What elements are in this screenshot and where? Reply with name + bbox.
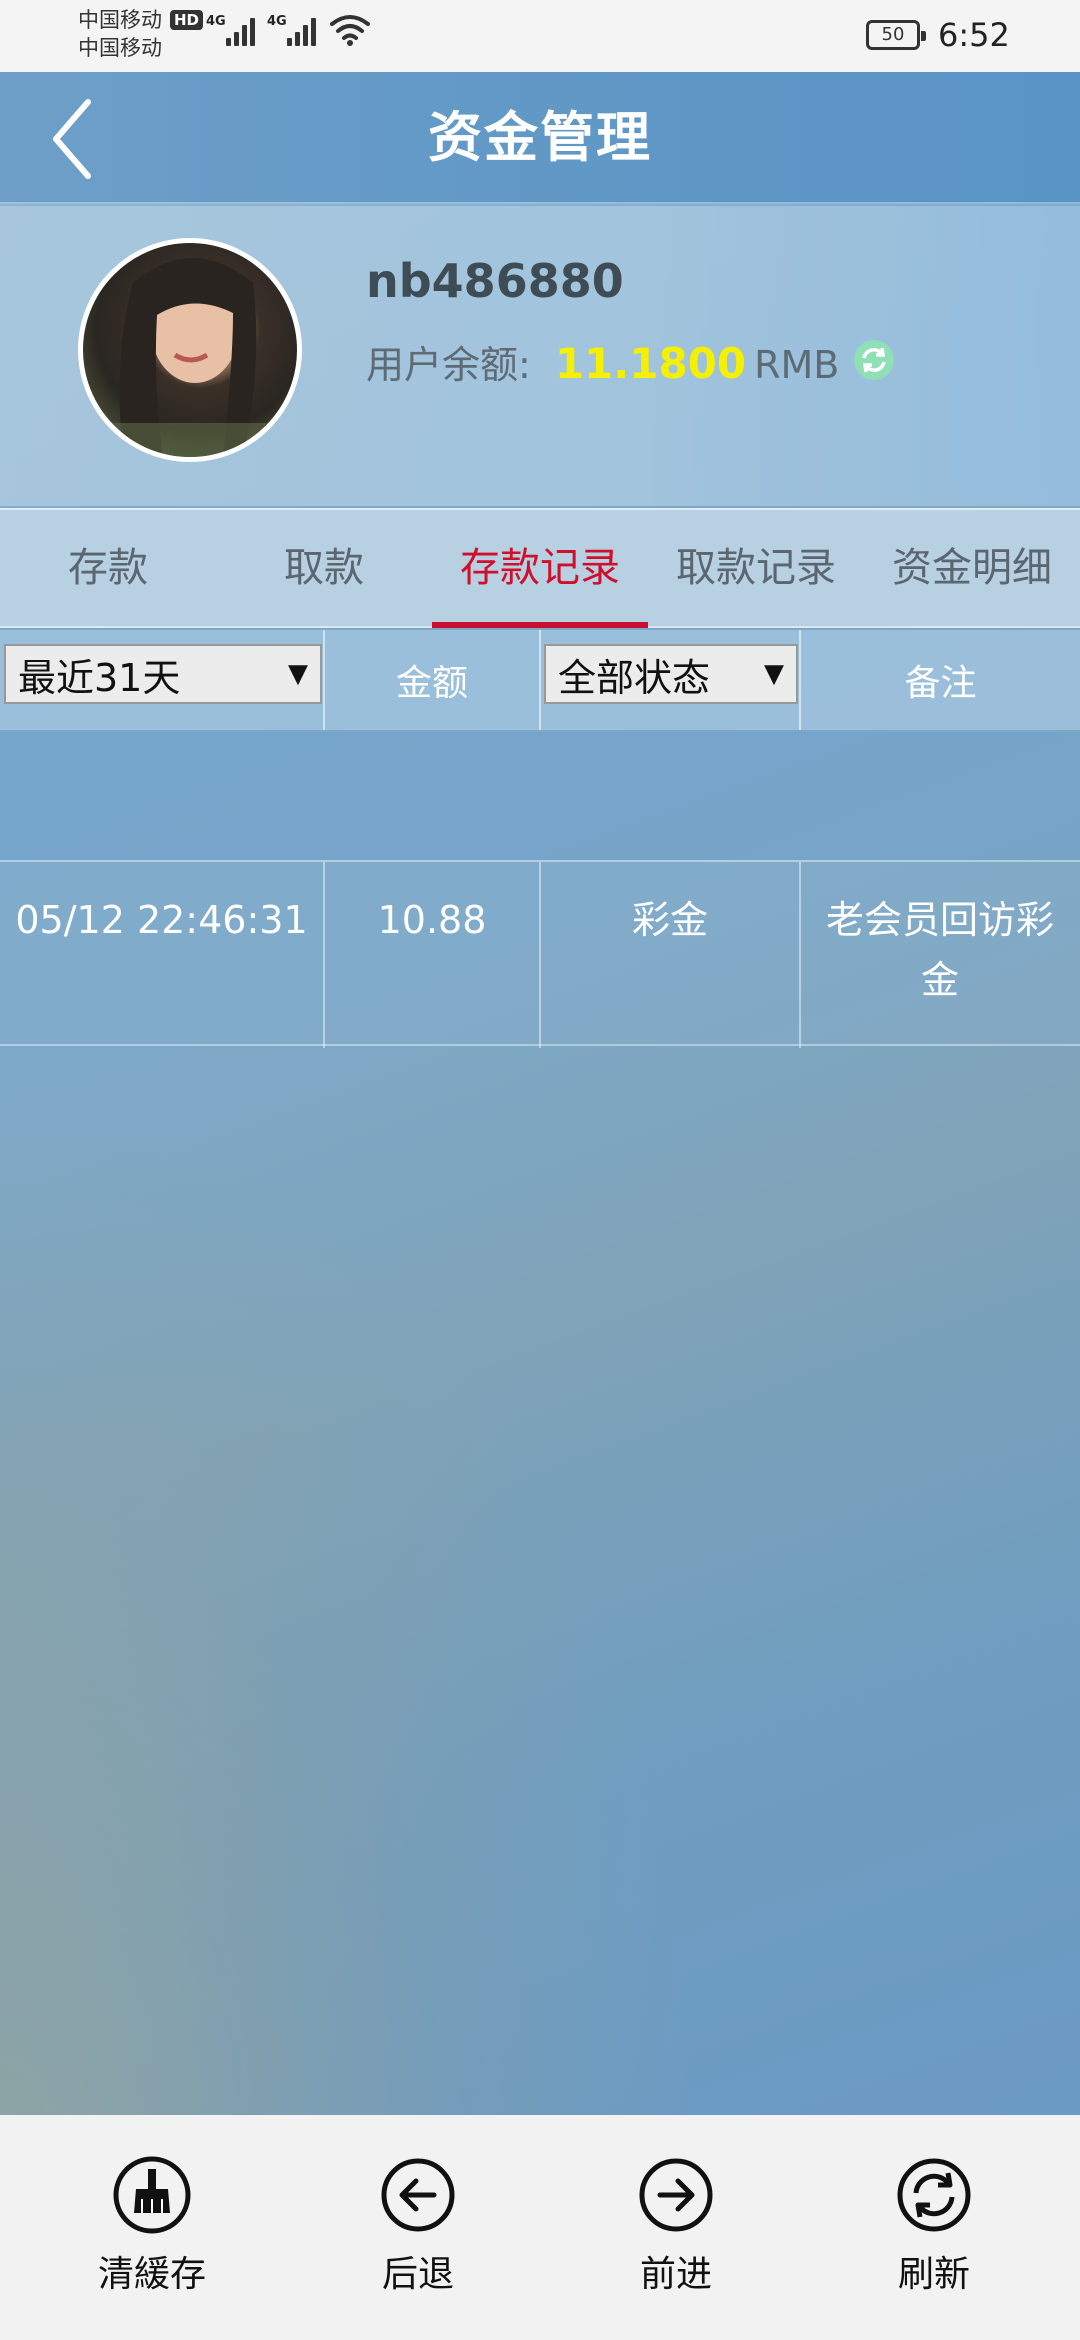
wifi-icon	[330, 15, 370, 46]
clear-cache-label: 清緩存	[97, 2254, 206, 2295]
clear-cache-button[interactable]: 清緩存	[52, 2155, 252, 2297]
forward-button[interactable]: 前进	[576, 2155, 776, 2297]
record-note: 老会员回访彩金	[825, 898, 1054, 1002]
carrier-name-2: 中国移动	[78, 36, 162, 60]
carrier-info: 中国移动 HD 中国移动	[78, 6, 204, 62]
signal-icon-2: 4G	[267, 14, 316, 46]
battery-icon: 50	[866, 20, 926, 50]
status-bar: 中国移动 HD 中国移动 4G 4G 50 6:52	[0, 0, 1080, 72]
balance-label: 用户余额:	[366, 343, 531, 387]
clock: 6:52	[938, 16, 1010, 54]
tab-deposit[interactable]: 存款	[0, 510, 216, 626]
network-type-1: 4G	[206, 14, 226, 29]
refresh-label: 刷新	[897, 2254, 970, 2295]
dropdown-arrow-icon: ▼	[764, 659, 784, 689]
arrow-right-icon	[639, 2158, 713, 2232]
currency-label: RMB	[754, 343, 840, 387]
table-spacer-row	[0, 732, 1080, 860]
record-status: 彩金	[631, 898, 708, 942]
arrow-left-icon	[381, 2158, 455, 2232]
note-header: 备注	[904, 663, 977, 704]
balance-row: 用户余额: 11.1800 RMB	[366, 334, 839, 389]
back-label: 后退	[381, 2254, 454, 2295]
broom-icon	[113, 2156, 191, 2234]
tab-withdraw-records[interactable]: 取款记录	[648, 510, 864, 626]
back-button[interactable]: 后退	[318, 2155, 518, 2297]
status-select[interactable]: 全部状态 ▼	[544, 644, 798, 704]
username: nb486880	[366, 254, 624, 308]
tab-bar: 存款 取款 存款记录 取款记录 资金明细	[0, 508, 1080, 628]
tab-withdraw[interactable]: 取款	[216, 510, 432, 626]
forward-label: 前进	[639, 2254, 712, 2295]
status-value: 全部状态	[558, 655, 711, 700]
profile-card: nb486880 用户余额: 11.1800 RMB	[0, 206, 1080, 506]
carrier-name-1: 中国移动	[78, 8, 162, 32]
refresh-button[interactable]: 刷新	[834, 2155, 1034, 2297]
bottom-toolbar: 清緩存 后退 前进 刷新	[0, 2115, 1080, 2340]
record-time: 05/12 22:46:31	[15, 898, 308, 942]
amount-header: 金额	[395, 663, 468, 704]
signal-icon-1: 4G	[206, 14, 255, 46]
network-type-2: 4G	[267, 14, 287, 29]
dropdown-arrow-icon: ▼	[288, 659, 308, 689]
tab-deposit-records[interactable]: 存款记录	[432, 510, 648, 628]
tab-fund-details[interactable]: 资金明细	[864, 510, 1080, 626]
refresh-icon	[897, 2158, 971, 2232]
date-range-select[interactable]: 最近31天 ▼	[4, 644, 322, 704]
refresh-balance-icon[interactable]	[852, 338, 896, 382]
date-range-value: 最近31天	[18, 655, 181, 700]
page-title: 资金管理	[428, 106, 652, 169]
balance-value: 11.1800	[554, 339, 747, 388]
avatar	[78, 238, 302, 462]
table-row: 05/12 22:46:31 10.88 彩金 老会员回访彩金	[0, 860, 1080, 1048]
table-header: 最近31天 ▼ 金额 全部状态 ▼ 备注	[0, 630, 1080, 730]
signal-indicators: 4G 4G	[206, 14, 370, 46]
page-content: 资金管理 nb486880 用户余额: 11.1800 RMB 存款 取款 存款…	[0, 72, 1080, 2115]
record-amount: 10.88	[377, 898, 487, 942]
hd-badge: HD	[170, 10, 204, 30]
app-header: 资金管理	[0, 72, 1080, 204]
